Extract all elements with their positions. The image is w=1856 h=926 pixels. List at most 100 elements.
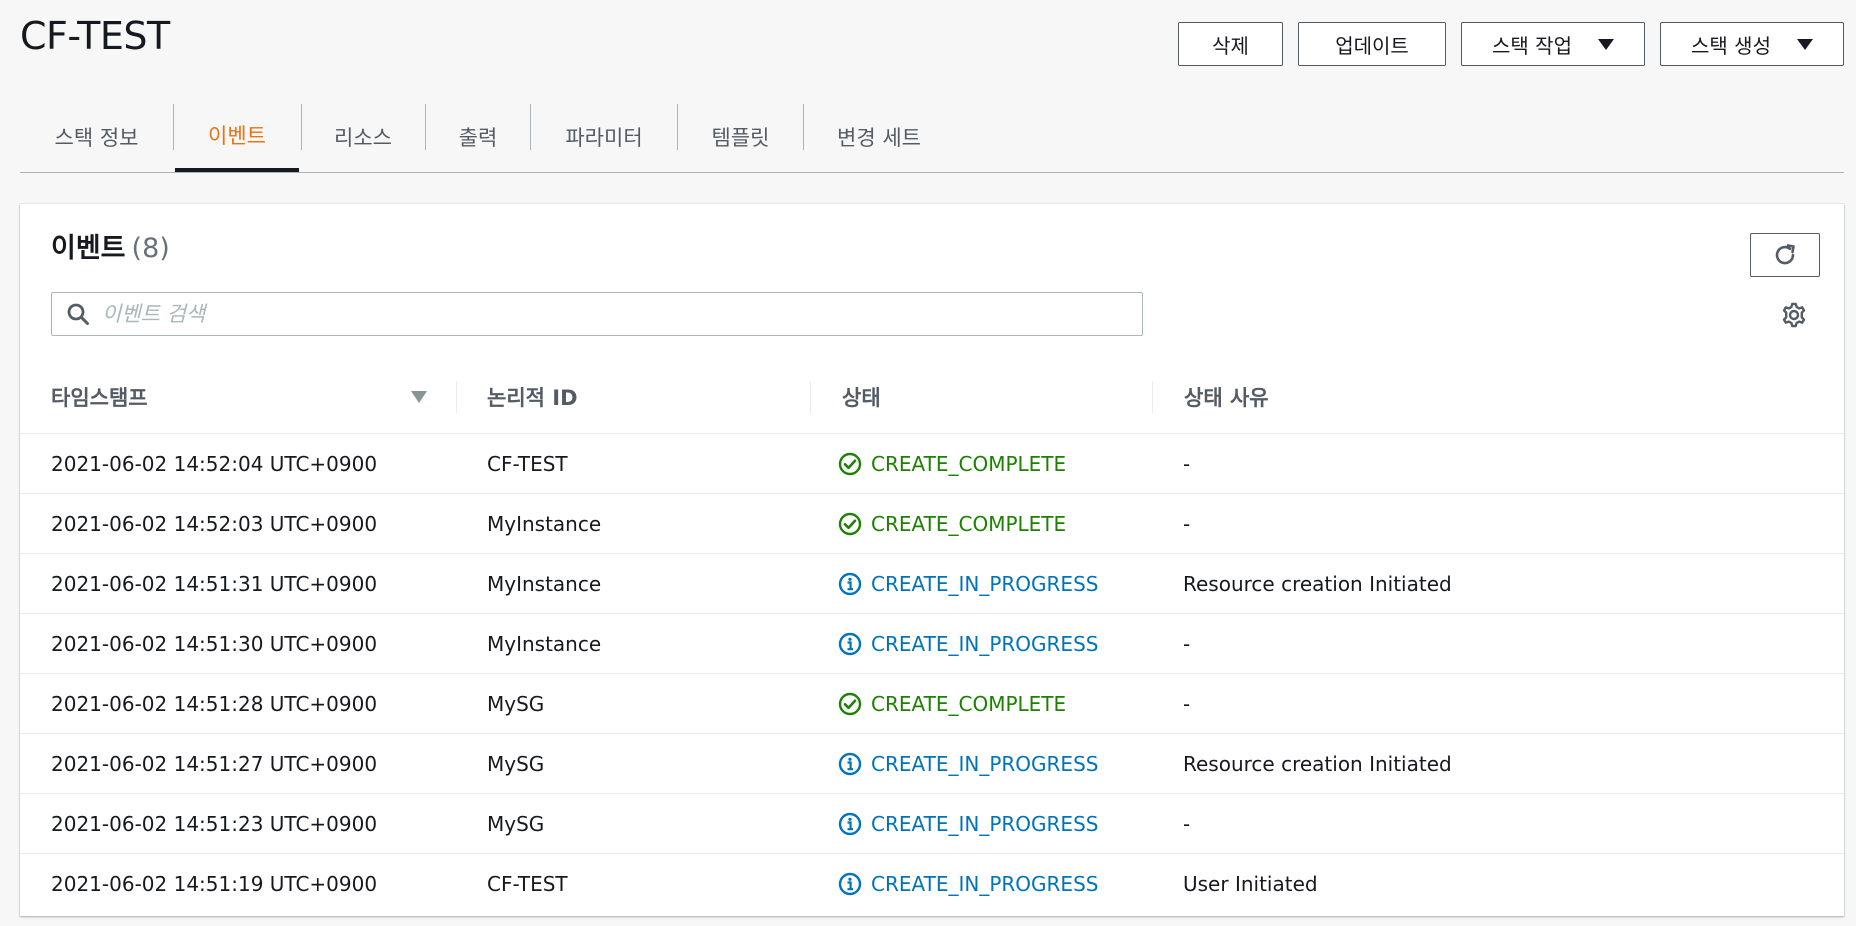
status-cell: CREATE_IN_PROGRESS: [838, 794, 1098, 854]
logical-id-cell: CF-TEST: [487, 872, 568, 896]
sort-descending-icon[interactable]: [411, 391, 427, 403]
tab-label: 스택 정보: [54, 126, 139, 150]
status-reason-cell: -: [1183, 512, 1191, 536]
logical-id-cell: MyInstance: [487, 572, 602, 596]
column-label: 타임스탬프: [51, 386, 148, 410]
status-text: CREATE_IN_PROGRESS: [871, 572, 1099, 596]
status-cell: CREATE_IN_PROGRESS: [838, 554, 1098, 614]
events-search: [51, 292, 1143, 336]
timestamp-cell: 2021-06-02 14:51:31 UTC+0900: [51, 572, 378, 596]
status-badge: CREATE_COMPLETE: [838, 512, 1066, 536]
tab-label: 리소스: [334, 126, 392, 150]
tab-template[interactable]: 템플릿: [678, 102, 803, 172]
tab-label: 템플릿: [711, 126, 770, 150]
status-text: CREATE_COMPLETE: [871, 512, 1067, 536]
events-table-header: 타임스탬프 논리적 ID 상태 상태 사유: [20, 361, 1844, 434]
status-cell: CREATE_COMPLETE: [838, 434, 1066, 494]
status-badge: CREATE_IN_PROGRESS: [838, 632, 1098, 656]
timestamp-cell: 2021-06-02 14:51:23 UTC+0900: [51, 812, 378, 836]
tab-divider: [173, 104, 174, 150]
column-divider: [456, 381, 457, 413]
update-button-label: 업데이트: [1335, 33, 1409, 58]
info-circle-icon: [838, 632, 862, 656]
tab-label: 이벤트: [208, 124, 266, 148]
column-header-logical-id[interactable]: 논리적 ID: [487, 361, 578, 433]
stack-action-label: 스택 작업: [1492, 33, 1572, 58]
create-stack-dropdown[interactable]: 스택 생성: [1660, 22, 1844, 66]
column-label: 상태 사유: [1184, 386, 1269, 410]
gear-icon[interactable]: [1780, 301, 1808, 329]
logical-id-cell: MySG: [487, 692, 545, 716]
status-cell: CREATE_IN_PROGRESS: [838, 854, 1098, 914]
info-circle-icon: [838, 872, 862, 896]
timestamp-cell: 2021-06-02 14:51:30 UTC+0900: [51, 632, 378, 656]
status-text: CREATE_COMPLETE: [871, 692, 1067, 716]
caret-down-icon: [1597, 38, 1614, 50]
delete-button-label: 삭제: [1212, 33, 1249, 58]
status-cell: CREATE_COMPLETE: [838, 674, 1066, 734]
search-icon: [66, 302, 90, 326]
status-badge: CREATE_IN_PROGRESS: [838, 812, 1098, 836]
status-text: CREATE_IN_PROGRESS: [871, 872, 1099, 896]
status-cell: CREATE_COMPLETE: [838, 494, 1066, 554]
status-reason-cell: -: [1183, 632, 1191, 656]
column-header-status[interactable]: 상태: [842, 361, 881, 433]
logical-id-cell: MySG: [487, 812, 545, 836]
logical-id-cell: MySG: [487, 752, 545, 776]
status-reason-cell: -: [1183, 812, 1191, 836]
tab-parameters[interactable]: 파라미터: [531, 102, 677, 172]
check-circle-icon: [838, 512, 862, 536]
search-input[interactable]: [100, 301, 1142, 327]
update-button[interactable]: 업데이트: [1298, 22, 1446, 66]
timestamp-cell: 2021-06-02 14:51:27 UTC+0900: [51, 752, 378, 776]
column-header-timestamp[interactable]: 타임스탬프: [51, 361, 148, 433]
column-header-status-reason[interactable]: 상태 사유: [1184, 361, 1269, 433]
check-circle-icon: [838, 692, 862, 716]
status-reason-cell: -: [1183, 692, 1191, 716]
table-row: 2021-06-02 14:51:19 UTC+0900 CF-TEST CRE…: [20, 854, 1844, 914]
info-circle-icon: [838, 812, 862, 836]
caret-down-icon: [1796, 38, 1813, 50]
status-text: CREATE_IN_PROGRESS: [871, 752, 1099, 776]
status-text: CREATE_IN_PROGRESS: [871, 632, 1099, 656]
stack-actions: 삭제 업데이트 스택 작업 스택 생성: [1178, 22, 1844, 66]
column-divider: [810, 381, 811, 413]
tab-stack-info[interactable]: 스택 정보: [20, 102, 173, 172]
refresh-button[interactable]: [1750, 233, 1820, 277]
logical-id-cell: MyInstance: [487, 512, 602, 536]
delete-button[interactable]: 삭제: [1178, 22, 1283, 66]
status-reason-cell: Resource creation Initiated: [1183, 572, 1452, 596]
status-badge: CREATE_IN_PROGRESS: [838, 572, 1098, 596]
status-badge: CREATE_IN_PROGRESS: [838, 872, 1098, 896]
events-heading: 이벤트 (8): [51, 226, 170, 265]
column-label: 논리적 ID: [487, 386, 578, 410]
status-reason-cell: User Initiated: [1183, 872, 1318, 896]
stack-action-dropdown[interactable]: 스택 작업: [1461, 22, 1645, 66]
column-label: 상태: [842, 386, 881, 410]
table-row: 2021-06-02 14:51:30 UTC+0900 MyInstance …: [20, 614, 1844, 674]
status-reason-cell: -: [1183, 452, 1191, 476]
stack-tabs: 스택 정보 이벤트 리소스 출력 파라미터 템플릿 변경 세트: [20, 102, 1844, 173]
create-stack-label: 스택 생성: [1691, 33, 1771, 58]
check-circle-icon: [838, 452, 862, 476]
logical-id-cell: CF-TEST: [487, 452, 568, 476]
tab-label: 출력: [458, 126, 498, 150]
status-badge: CREATE_COMPLETE: [838, 452, 1066, 476]
table-row: 2021-06-02 14:52:04 UTC+0900 CF-TEST CRE…: [20, 434, 1844, 494]
table-row: 2021-06-02 14:51:23 UTC+0900 MySG CREATE…: [20, 794, 1844, 854]
table-row: 2021-06-02 14:51:31 UTC+0900 MyInstance …: [20, 554, 1844, 614]
status-text: CREATE_IN_PROGRESS: [871, 812, 1099, 836]
status-badge: CREATE_IN_PROGRESS: [838, 752, 1098, 776]
tab-outputs[interactable]: 출력: [426, 102, 530, 172]
timestamp-cell: 2021-06-02 14:52:04 UTC+0900: [51, 452, 378, 476]
tab-resources[interactable]: 리소스: [302, 102, 424, 172]
status-badge: CREATE_COMPLETE: [838, 692, 1066, 716]
tab-change-sets[interactable]: 변경 세트: [804, 102, 954, 172]
cloudformation-stack-page: CF-TEST 삭제 업데이트 스택 작업 스택 생성 스택 정보 이벤트 리소…: [0, 0, 1856, 926]
timestamp-cell: 2021-06-02 14:51:19 UTC+0900: [51, 872, 378, 896]
status-cell: CREATE_IN_PROGRESS: [838, 734, 1098, 794]
tab-events[interactable]: 이벤트: [175, 102, 299, 172]
table-row: 2021-06-02 14:51:27 UTC+0900 MySG CREATE…: [20, 734, 1844, 794]
info-circle-icon: [838, 572, 862, 596]
status-reason-cell: Resource creation Initiated: [1183, 752, 1452, 776]
